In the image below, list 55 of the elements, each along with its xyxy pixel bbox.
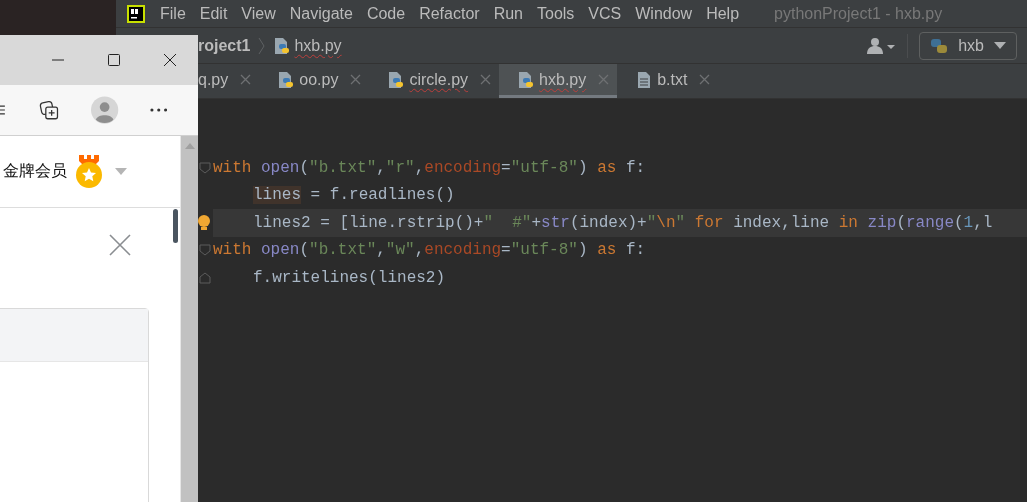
close-icon[interactable] <box>109 234 131 256</box>
close-icon[interactable] <box>480 74 492 85</box>
menu-item[interactable]: Tools <box>530 4 582 23</box>
scrollbar-thumb[interactable] <box>173 209 178 243</box>
member-label: 金牌会员 <box>3 161 67 182</box>
editor-tab[interactable]: oo.py <box>259 64 370 98</box>
user-dropdown-icon[interactable] <box>866 35 897 56</box>
code-line: f.writelines(lines2) <box>252 267 447 289</box>
close-icon[interactable] <box>699 74 711 85</box>
more-icon[interactable] <box>149 108 167 112</box>
editor-tab[interactable]: hxb.py <box>499 64 618 98</box>
scrollbar[interactable] <box>180 136 198 502</box>
close-icon[interactable] <box>350 74 362 85</box>
menu-icon[interactable] <box>0 104 6 116</box>
code-line: lines = f.readlines() <box>252 185 456 207</box>
medal-icon <box>75 154 103 189</box>
code-line: with open("b.txt","r",encoding="utf-8") as f: <box>213 157 647 179</box>
close-icon[interactable] <box>240 74 252 85</box>
fold-icon[interactable] <box>199 244 211 257</box>
maximize-icon <box>108 54 120 66</box>
menu-item[interactable]: Run <box>486 4 530 23</box>
editor-tab[interactable]: q.py <box>198 64 260 98</box>
window-title: pythonProject1 - hxb.py <box>774 4 943 23</box>
fold-icon[interactable] <box>199 161 211 174</box>
scroll-up-icon[interactable] <box>184 143 195 149</box>
editor-tab[interactable]: b.txt <box>617 64 719 98</box>
python-file-icon <box>273 36 292 55</box>
python-icon <box>930 36 949 55</box>
python-file-icon <box>387 70 406 89</box>
run-configuration-dropdown[interactable]: hxb <box>919 31 1017 60</box>
breadcrumb-item[interactable]: hxb.py <box>294 36 342 55</box>
menu-item[interactable]: Code <box>359 4 413 23</box>
close-icon <box>163 53 177 67</box>
caret-icon[interactable] <box>115 168 127 175</box>
lightbulb-icon[interactable] <box>197 213 211 232</box>
python-file-icon <box>517 70 536 89</box>
python-file-icon <box>277 70 296 89</box>
editor-tab[interactable]: circle.py <box>369 64 500 98</box>
app-logo-icon <box>127 4 145 23</box>
menu-item[interactable]: Edit <box>192 4 235 23</box>
menu-item[interactable]: VCS <box>581 4 629 23</box>
chevron-icon <box>258 36 266 55</box>
fold-icon[interactable] <box>199 271 211 284</box>
menu-item[interactable]: Navigate <box>282 4 360 23</box>
menu-item[interactable]: View <box>234 4 283 23</box>
menu-item[interactable]: File <box>153 4 193 23</box>
avatar-icon[interactable] <box>91 96 119 124</box>
collections-icon[interactable] <box>38 99 61 121</box>
close-icon[interactable] <box>598 74 610 85</box>
menu-item[interactable]: Refactor <box>412 4 487 23</box>
caret-icon <box>994 41 1006 50</box>
menu-item[interactable]: Help <box>699 4 747 23</box>
menu-item[interactable]: Window <box>628 4 700 23</box>
code-line: with open("b.txt","w",encoding="utf-8") as f: <box>213 240 647 262</box>
breadcrumb-item[interactable]: roject1 <box>198 36 251 55</box>
